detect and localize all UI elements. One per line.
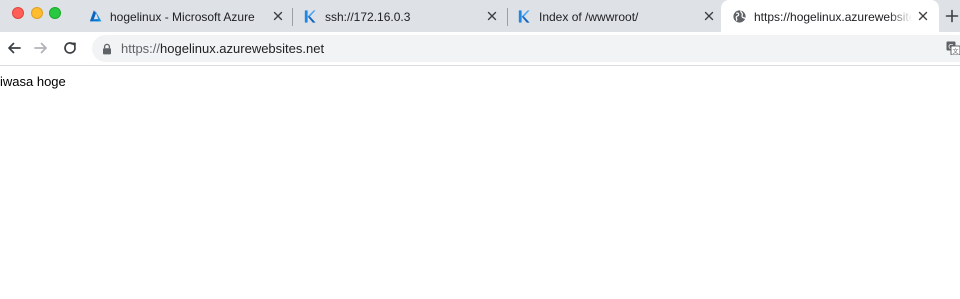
browser-toolbar: https://hogelinux.azurewebsites.net G 文 — [0, 32, 960, 66]
azure-icon — [89, 10, 102, 22]
tab-title: hogelinux - Microsoft Azure — [110, 10, 255, 24]
url-text[interactable]: https://hogelinux.azurewebsites.net — [121, 41, 324, 56]
translate-icon[interactable]: G 文 — [946, 41, 960, 55]
new-tab-icon[interactable] — [945, 9, 959, 23]
tab-index-of-wwwroot[interactable]: Index of /wwwroot/ — [508, 0, 720, 32]
reload-icon[interactable] — [62, 40, 78, 56]
back-arrow-icon[interactable] — [6, 40, 22, 56]
lock-icon[interactable] — [102, 43, 112, 55]
close-tab-icon[interactable] — [272, 10, 284, 22]
tab-hogelinux-site[interactable]: https://hogelinux.azurewebsites.net — [721, 0, 939, 32]
browser-window: hogelinux - Microsoft Azure ssh://172.16… — [0, 0, 960, 299]
close-window-button[interactable] — [12, 7, 24, 19]
address-bar[interactable]: https://hogelinux.azurewebsites.net — [92, 35, 960, 62]
close-tab-icon[interactable] — [486, 10, 498, 22]
url-host: hogelinux.azurewebsites.net — [160, 41, 325, 56]
tab-ssh[interactable]: ssh://172.16.0.3 — [293, 0, 506, 32]
globe-icon — [733, 10, 746, 23]
page-content: iwasa hoge — [0, 66, 960, 299]
kudu-icon — [304, 10, 316, 23]
tab-hogelinux-azure[interactable]: hogelinux - Microsoft Azure — [78, 0, 290, 32]
close-tab-icon[interactable] — [917, 10, 929, 22]
tab-title: https://hogelinux.azurewebsites.net — [754, 10, 912, 24]
close-tab-icon[interactable] — [703, 10, 715, 22]
zoom-window-button[interactable] — [49, 7, 61, 19]
page-body-text: iwasa hoge — [0, 74, 66, 89]
minimize-window-button[interactable] — [31, 7, 43, 19]
tab-strip: hogelinux - Microsoft Azure ssh://172.16… — [0, 0, 960, 32]
tab-title: ssh://172.16.0.3 — [325, 10, 411, 24]
url-scheme: https:// — [121, 41, 161, 56]
tab-title: Index of /wwwroot/ — [539, 10, 639, 24]
svg-text:文: 文 — [952, 47, 958, 55]
forward-arrow-icon[interactable] — [33, 40, 49, 56]
kudu-icon — [518, 10, 530, 23]
